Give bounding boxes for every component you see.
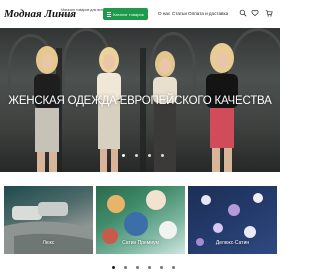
hero-banner[interactable]: ЖЕНСКАЯ ОДЕЖДА ЕВРОПЕЙСКОГО КАЧЕСТВА [0,28,280,172]
category-card-lux[interactable]: Люкс [4,186,93,254]
carousel-dot[interactable] [136,266,139,269]
search-icon[interactable] [239,9,247,17]
category-card-deluxe-satin[interactable]: Делюкс-Сатин [188,186,277,254]
slider-dot[interactable] [161,154,164,157]
carousel-dot[interactable] [172,266,175,269]
nav-link-about[interactable]: О нас [158,11,170,16]
category-label: Люкс [42,240,55,246]
category-label: Делюкс-Сатин [215,240,250,246]
carousel-dot[interactable] [148,266,151,269]
category-card-satin-premium[interactable]: Сатин Премиум [96,186,185,254]
hero-title: ЖЕНСКАЯ ОДЕЖДА ЕВРОПЕЙСКОГО КАЧЕСТВА [8,95,272,107]
menu-icon [107,11,112,17]
carousel-dot[interactable] [160,266,163,269]
slider-dot[interactable] [135,154,138,157]
category-carousel-dots [112,266,175,269]
site-header: Модная Линия Магазин товаров для всей се… [0,0,280,28]
nav-link-payment[interactable]: Оплата и доставка [188,11,228,16]
category-label: Сатин Премиум [122,240,159,246]
category-carousel: Люкс Сатин Премиум Делюкс-Сатин [0,186,280,254]
site-tagline: Магазин товаров для всей семьи [61,8,106,17]
slider-dot-active[interactable] [122,154,125,157]
carousel-dot-active[interactable] [112,266,115,269]
catalog-button[interactable]: Каталог товаров [103,8,148,20]
catalog-button-label: Каталог товаров [113,11,144,17]
nav-link-articles[interactable]: Статьи [172,11,187,16]
carousel-dot[interactable] [124,266,127,269]
hero-slider-dots [122,154,164,157]
cart-icon[interactable] [265,9,273,17]
model-figure [153,51,177,172]
heart-icon[interactable] [251,9,259,17]
slider-dot[interactable] [148,154,151,157]
